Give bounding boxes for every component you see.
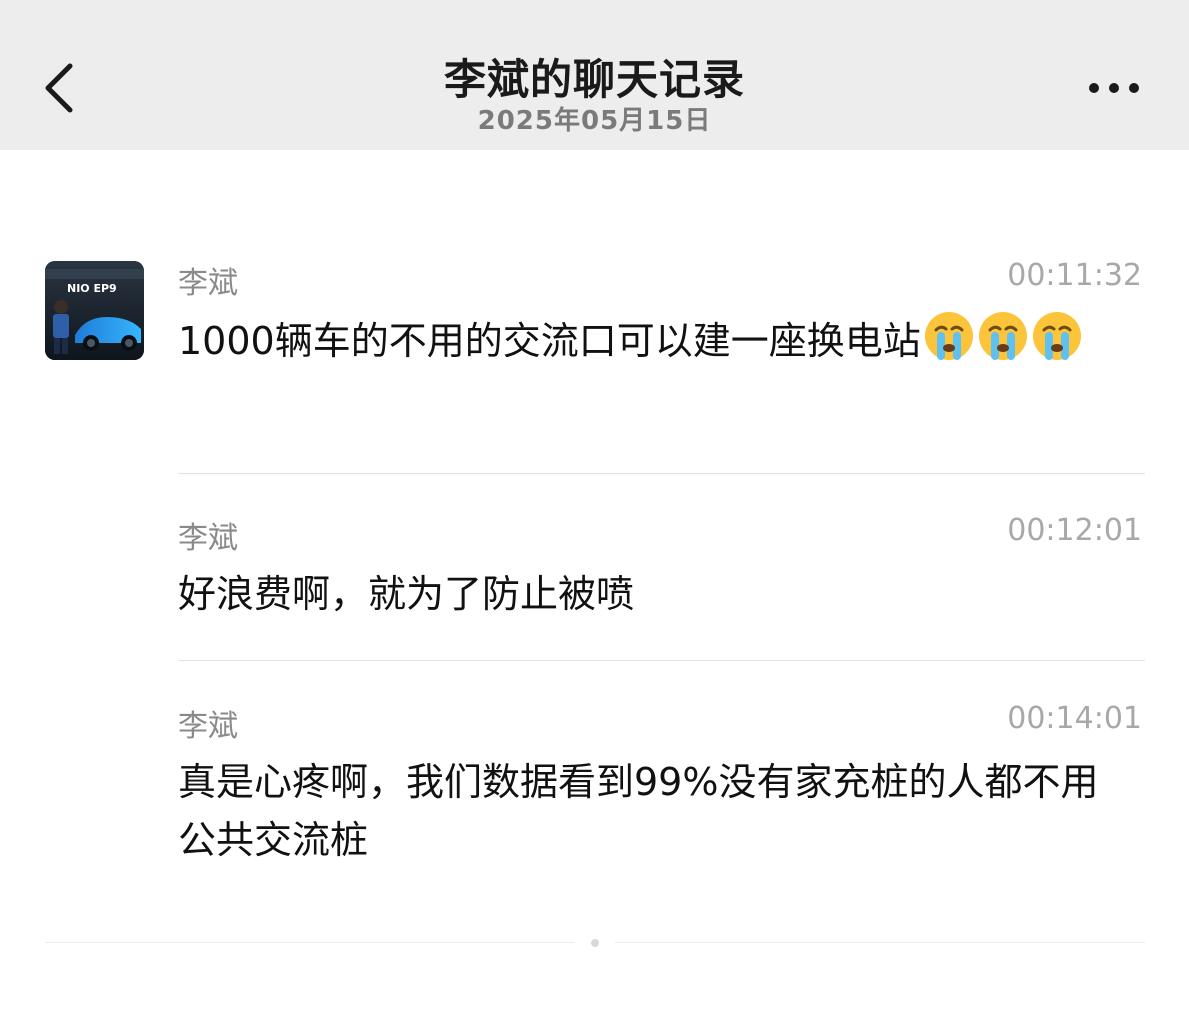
avatar[interactable]: NIO EP9 [45, 261, 144, 360]
more-dots-icon [1089, 83, 1139, 93]
page-title: 李斌的聊天记录 [443, 55, 745, 104]
chat-message-2: 李斌 00:12:01 好浪费啊，就为了防止被喷 [178, 513, 1144, 633]
loudly-crying-face-emoji-2 [977, 310, 1029, 362]
end-divider-left [45, 942, 575, 943]
message-time: 00:14:01 [1007, 701, 1142, 736]
sender-name: 李斌 [178, 521, 238, 556]
sender-name: 李斌 [178, 709, 238, 744]
end-divider-dot [591, 939, 599, 947]
avatar-badge: NIO EP9 [67, 282, 117, 295]
message-divider [178, 660, 1145, 661]
message-text: 真是心疼啊，我们数据看到99%没有家充桩的人都不用公共交流桩 [178, 760, 1099, 862]
message-text-body: 1000辆车的不用的交流口可以建一座换电站 [178, 319, 921, 363]
chat-message-1: 李斌 00:11:32 1000辆车的不用的交流口可以建一座换电站 [178, 258, 1144, 458]
more-button[interactable] [1080, 70, 1150, 106]
message-time: 00:12:01 [1007, 513, 1142, 548]
nav-header: 李斌的聊天记录 2025年05月15日 [0, 0, 1189, 150]
message-text: 1000辆车的不用的交流口可以建一座换电站 [178, 310, 1144, 370]
page-date: 2025年05月15日 [477, 106, 712, 136]
chat-message-3: 李斌 00:14:01 真是心疼啊，我们数据看到99%没有家充桩的人都不用公共交… [178, 701, 1144, 891]
message-text: 好浪费啊，就为了防止被喷 [178, 572, 635, 616]
message-divider [178, 473, 1145, 474]
loudly-crying-face-emoji-1 [923, 310, 975, 362]
avatar-image: NIO EP9 [45, 261, 144, 360]
message-time: 00:11:32 [1007, 258, 1142, 293]
sender-name: 李斌 [178, 266, 238, 301]
loudly-crying-face-emoji-3 [1031, 310, 1083, 362]
end-divider-right [615, 942, 1145, 943]
